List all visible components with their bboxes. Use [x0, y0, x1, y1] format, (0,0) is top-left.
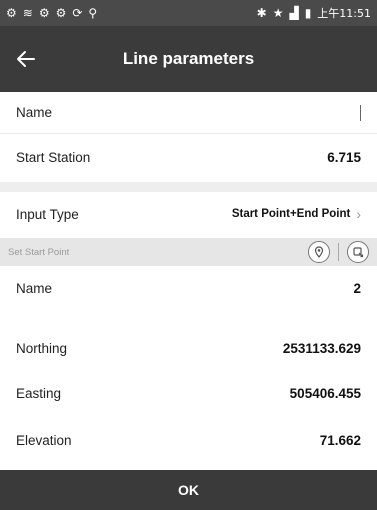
location-icon: ⚲	[88, 6, 98, 20]
settings-icon: ⚙	[38, 6, 50, 20]
start-station-label: Start Station	[16, 149, 91, 165]
point-name-label: Name	[16, 280, 53, 296]
northing-label: Northing	[16, 340, 68, 356]
input-type-row[interactable]: Input Type Start Point+End Point ›	[0, 193, 377, 235]
section-tools	[308, 241, 369, 263]
settings-icon: ⚙	[6, 6, 17, 20]
sync-icon: ⟳	[72, 6, 83, 20]
point-name-value[interactable]: 2	[353, 281, 361, 296]
battery-icon: ▮	[304, 6, 312, 20]
map-pin-button[interactable]	[308, 241, 330, 263]
chevron-right-icon: ›	[356, 206, 361, 222]
star-icon: ★	[272, 6, 284, 20]
app-bar: Line parameters	[0, 26, 377, 92]
settings-icon: ⚙	[55, 6, 67, 20]
section-gap	[0, 182, 377, 192]
name-input[interactable]	[360, 104, 361, 121]
northing-value[interactable]: 2531133.629	[283, 341, 361, 356]
easting-row[interactable]: Easting 505406.455	[0, 372, 377, 414]
status-bar: ⚙ ≋ ⚙ ⚙ ⟳ ⚲ ✱ ★ ▟ ▮ 上午11:51	[0, 0, 377, 26]
ok-label: OK	[178, 482, 199, 498]
arrow-left-icon	[17, 51, 35, 67]
status-time: 上午11:51	[317, 7, 371, 20]
point-name-row[interactable]: Name 2	[0, 267, 377, 309]
back-button[interactable]	[2, 35, 50, 83]
import-icon	[353, 247, 364, 258]
wifi-icon: ≋	[22, 6, 33, 20]
ok-button[interactable]: OK	[0, 470, 377, 510]
set-start-point-section: Set Start Point	[0, 238, 377, 266]
elevation-row[interactable]: Elevation 71.662	[0, 419, 377, 461]
status-left-icons: ⚙ ≋ ⚙ ⚙ ⟳ ⚲	[6, 7, 97, 19]
easting-label: Easting	[16, 385, 62, 401]
import-button[interactable]	[347, 241, 369, 263]
northing-row[interactable]: Northing 2531133.629	[0, 327, 377, 369]
input-type-value[interactable]: Start Point+End Point	[232, 208, 351, 220]
tool-divider	[338, 243, 339, 261]
name-field-row[interactable]: Name	[0, 92, 377, 134]
input-type-label: Input Type	[16, 206, 79, 222]
elevation-label: Elevation	[16, 432, 72, 448]
name-label: Name	[16, 105, 53, 120]
page-title: Line parameters	[122, 49, 255, 68]
signal-icon: ▟	[289, 6, 299, 20]
section-title: Set Start Point	[8, 246, 70, 258]
elevation-value[interactable]: 71.662	[320, 433, 361, 448]
easting-value[interactable]: 505406.455	[290, 386, 361, 401]
start-station-value[interactable]: 6.715	[327, 150, 361, 165]
bluetooth-icon: ✱	[256, 6, 267, 20]
status-right-icons: ✱ ★ ▟ ▮ 上午11:51	[257, 5, 371, 21]
start-station-row[interactable]: Start Station 6.715	[0, 136, 377, 178]
map-pin-icon	[314, 246, 324, 258]
